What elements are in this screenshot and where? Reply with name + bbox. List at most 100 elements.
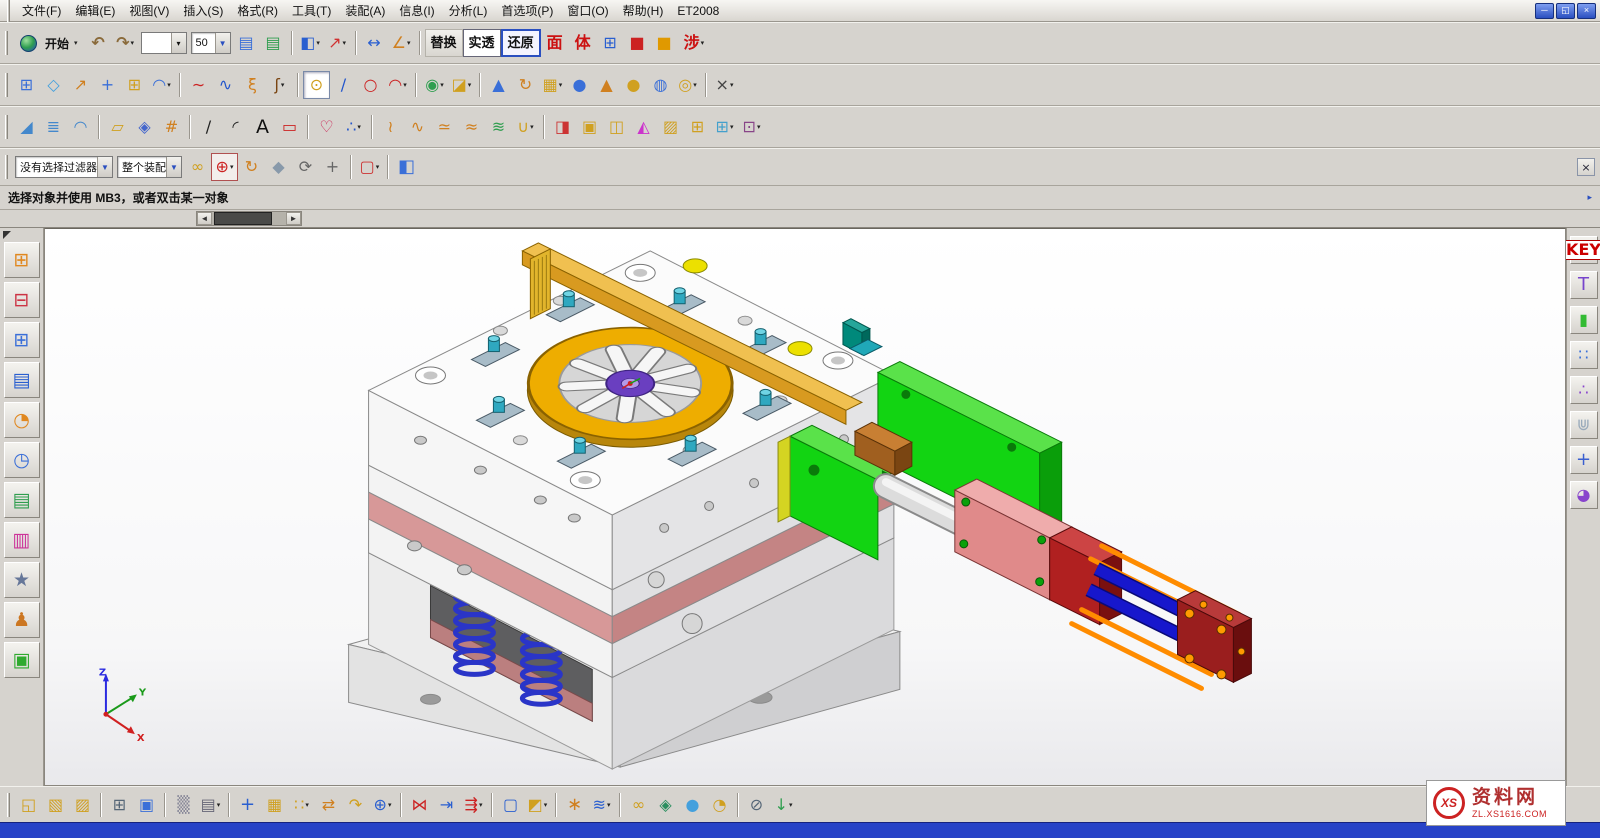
arc-icon[interactable]: ◠▾ [384,71,411,99]
chain-link-icon[interactable]: ⊙ [303,71,330,99]
dropdown-arrow-icon[interactable]: ▾ [468,81,472,89]
chevron-down-icon[interactable]: ▾ [171,33,186,53]
dropdown-arrow-icon[interactable]: ▾ [167,81,171,89]
dropdown-arrow-icon[interactable]: ▾ [281,81,285,89]
new-component-icon[interactable]: ▦ [261,791,288,819]
intersection-curve-icon[interactable]: ≈ [458,113,485,141]
menu-file[interactable]: 文件(F) [15,0,68,21]
t-tool-icon[interactable]: T [1570,271,1598,299]
menu-assemblies[interactable]: 装配(A) [338,0,392,21]
component-a-icon[interactable]: ▧ [42,791,69,819]
dropdown-arrow-icon[interactable]: ▾ [407,39,411,47]
dropdown-arrow-icon[interactable]: ▾ [607,801,611,809]
selection-scope-dropdown[interactable]: 整个装配 ▼ [117,156,182,178]
prompt-options-icon[interactable]: ▸ [1587,192,1592,203]
minimize-button[interactable]: ─ [1535,3,1554,19]
dropdown-arrow-icon[interactable]: ▾ [544,801,548,809]
pattern-object-icon[interactable]: ⊞ [684,113,711,141]
point-set-icon[interactable]: ∴▾ [340,113,367,141]
cylinder-icon[interactable]: ● [566,71,593,99]
rotate-view-icon[interactable]: ⟳ [292,153,319,181]
redo-button[interactable]: ↷▾ [112,29,139,57]
restore-button[interactable]: 还原 [501,29,541,57]
menu-help[interactable]: 帮助(H) [616,0,671,21]
section-curve-icon[interactable]: ≋ [485,113,512,141]
refresh-view-icon[interactable]: ↻ [238,153,265,181]
studio-spline-icon[interactable]: ♡ [313,113,340,141]
scrollbar-track[interactable] [212,212,286,225]
transform-icon[interactable]: ◭ [630,113,657,141]
menu-et2008[interactable]: ET2008 [670,0,726,21]
tools-icon[interactable]: ★ [4,562,40,598]
selection-filter-dropdown[interactable]: 没有选择过滤器 ▼ [15,156,113,178]
red-block-icon[interactable]: ■ [624,29,651,57]
offset-curve-icon[interactable]: ≀ [377,113,404,141]
sketch-line-icon[interactable]: / [195,113,222,141]
toolbar-close-button[interactable]: × [1577,158,1595,176]
project-curve-icon[interactable]: ≃ [431,113,458,141]
menu-insert[interactable]: 插入(S) [176,0,230,21]
promote-icon[interactable]: ⊡▾ [738,113,765,141]
dropdown-arrow-icon[interactable]: ▾ [789,801,793,809]
viewport-canvas[interactable]: Z Y X [45,229,1565,785]
close-button[interactable]: × [1577,3,1596,19]
line-icon[interactable]: / [330,71,357,99]
cup-icon[interactable]: ⋓ [1570,411,1598,439]
sequence-icon[interactable]: ≋▾ [588,791,615,819]
rectangle-icon[interactable]: ▭ [276,113,303,141]
part-navigator-icon[interactable]: ⊞ [4,322,40,358]
menu-information[interactable]: 信息(I) [392,0,441,21]
dropdown-arrow-icon[interactable]: ▾ [376,163,380,171]
snap-point-icon[interactable]: ⊕▾ [211,153,238,181]
join-curve-icon[interactable]: ∪▾ [512,113,539,141]
circle-icon[interactable]: ○ [357,71,384,99]
toolbar-grip[interactable] [5,115,8,139]
reuse-library-icon[interactable]: ▤ [4,362,40,398]
dropdown-arrow-icon[interactable]: ▾ [217,801,221,809]
cone-icon[interactable]: ▲ [593,71,620,99]
chevron-down-icon[interactable]: ▼ [97,157,112,177]
swept-icon[interactable]: ◠ [67,113,94,141]
datum-plane-icon[interactable]: ◇ [40,71,67,99]
dropdown-arrow-icon[interactable]: ▾ [230,163,234,171]
suppress-component-icon[interactable]: ⇥ [433,791,460,819]
menu-preferences[interactable]: 首选项(P) [494,0,560,21]
pattern-face-icon[interactable]: ⊞ [121,71,148,99]
flyout-arrow-icon[interactable] [3,231,11,239]
scroll-left-icon[interactable]: ◄ [197,212,212,225]
sweep-icon[interactable]: ◠▾ [148,71,175,99]
toolbar-grip[interactable] [5,73,8,97]
roles-icon[interactable]: ♟ [4,602,40,638]
cloud-icon[interactable]: ▒ [170,791,197,819]
clock-icon[interactable]: ◔ [706,791,733,819]
preview-icon[interactable]: ▣ [133,791,160,819]
cross-tool-icon[interactable]: + [1570,446,1598,474]
menu-format[interactable]: 格式(R) [230,0,285,21]
graphics-window[interactable]: Z Y X [44,228,1566,786]
isolate-icon[interactable]: ⊘ [743,791,770,819]
edit-object-display-icon[interactable]: ◨ [549,113,576,141]
scrollbar-thumb[interactable] [214,212,272,225]
subtract-icon[interactable]: ◪▾ [448,71,475,99]
menubar-grip[interactable] [7,0,10,23]
toolbar-grip[interactable] [7,793,10,817]
dropdown-arrow-icon[interactable]: ▾ [74,39,78,47]
mirror-assembly-icon[interactable]: ⋈ [406,791,433,819]
substitute-icon[interactable]: ◩▾ [524,791,551,819]
arrangement-icon[interactable]: ⇶▾ [460,791,487,819]
face-button[interactable]: 面 [541,29,569,57]
bounded-plane-icon[interactable]: ▱ [104,113,131,141]
stamp-icon[interactable]: ▤▾ [197,791,224,819]
assembly-navigator-icon[interactable]: ⊞ [4,242,40,278]
extrude-icon[interactable]: ▲ [485,71,512,99]
add-component-icon[interactable]: + [234,791,261,819]
dropdown-arrow-icon[interactable]: ▾ [730,81,734,89]
body-button[interactable]: 体 [569,29,597,57]
toolbar-grip[interactable] [5,31,8,55]
render-style-dropdown[interactable]: ▾ [141,32,187,54]
sketch-arc-icon[interactable]: ◜ [222,113,249,141]
shaded-cube-icon[interactable]: ◆ [265,153,292,181]
web-browser-icon[interactable]: ◔ [4,402,40,438]
replace-component-icon[interactable]: ⇄ [315,791,342,819]
menu-analysis[interactable]: 分析(L) [442,0,495,21]
